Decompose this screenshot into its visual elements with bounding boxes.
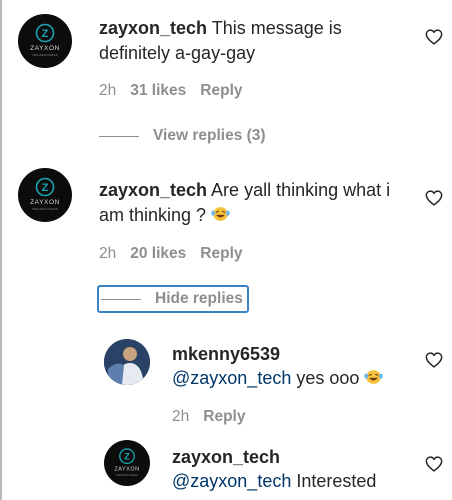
comment-meta: 2h 31 likes Reply (99, 82, 257, 100)
svg-text:ZAYXON: ZAYXON (114, 467, 139, 473)
avatar[interactable]: Z ZAYXON TECHNOLOGIES (104, 440, 150, 486)
svg-text:Z: Z (124, 452, 130, 462)
heart-icon[interactable] (425, 190, 443, 206)
reply-button[interactable]: Reply (200, 245, 242, 262)
reply-body: @zayxon_tech Interested (172, 469, 412, 494)
avatar[interactable] (104, 339, 150, 385)
replies-divider-line (101, 298, 141, 300)
heart-icon[interactable] (425, 352, 443, 368)
laughing-emoji-icon (364, 370, 384, 384)
replies-divider-line (99, 135, 139, 137)
hide-replies-label: Hide replies (155, 290, 243, 307)
comment-time: 2h (99, 245, 117, 262)
view-replies-button[interactable]: View replies (3) (99, 127, 266, 145)
svg-text:TECHNOLOGIES: TECHNOLOGIES (32, 53, 58, 57)
reply-text: yes ooo (291, 368, 365, 388)
svg-text:ZAYXON: ZAYXON (30, 199, 60, 206)
comment-username[interactable]: zayxon_tech (99, 180, 207, 200)
reply-meta: 2h Reply (172, 408, 259, 426)
avatar[interactable]: Z ZAYXON TECHNOLOGIES (18, 14, 72, 68)
mention-link[interactable]: @zayxon_tech (172, 471, 291, 491)
avatar[interactable]: Z ZAYXON TECHNOLOGIES (18, 168, 72, 222)
svg-text:TECHNOLOGIES: TECHNOLOGIES (32, 207, 58, 211)
svg-text:Z: Z (42, 182, 49, 194)
view-replies-label: View replies (3) (153, 127, 266, 144)
svg-text:Z: Z (42, 28, 49, 40)
likes-count[interactable]: 31 likes (130, 82, 186, 99)
reply-username[interactable]: zayxon_tech (172, 445, 280, 470)
zayxon-logo-icon: Z ZAYXON TECHNOLOGIES (30, 23, 60, 57)
reply-time: 2h (172, 408, 190, 425)
mention-link[interactable]: @zayxon_tech (172, 368, 291, 388)
svg-text:ZAYXON: ZAYXON (30, 45, 60, 52)
heart-icon[interactable] (425, 456, 443, 472)
comment-username[interactable]: zayxon_tech (99, 18, 207, 38)
user-photo (104, 339, 150, 385)
laughing-emoji-icon (211, 207, 230, 221)
reply-body: @zayxon_tech yes ooo (172, 366, 412, 391)
svg-text:TECHNOLOGIES: TECHNOLOGIES (116, 474, 138, 477)
reply-button[interactable]: Reply (200, 82, 242, 99)
heart-icon[interactable] (425, 29, 443, 45)
reply-text: Interested (291, 471, 377, 491)
likes-count[interactable]: 20 likes (130, 245, 186, 262)
reply-button[interactable]: Reply (203, 408, 245, 425)
comment-body: zayxon_tech Are yall thinking what i am … (99, 178, 409, 228)
window-edge (0, 0, 2, 500)
comment-meta: 2h 20 likes Reply (99, 245, 257, 263)
hide-replies-button[interactable]: Hide replies (97, 285, 249, 313)
zayxon-logo-icon: Z ZAYXON TECHNOLOGIES (30, 177, 60, 211)
zayxon-logo-icon: Z ZAYXON TECHNOLOGIES (114, 448, 139, 477)
comment-time: 2h (99, 82, 117, 99)
reply-username[interactable]: mkenny6539 (172, 342, 280, 367)
comment-body: zayxon_tech This message is definitely a… (99, 16, 399, 66)
